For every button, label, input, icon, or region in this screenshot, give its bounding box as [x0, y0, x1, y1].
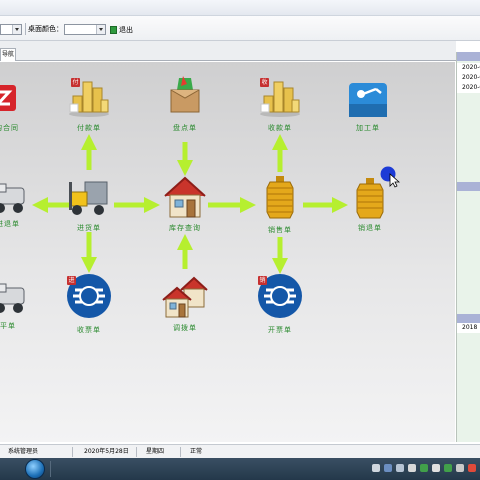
tray-icon[interactable] — [456, 464, 464, 472]
tray-icon[interactable] — [420, 464, 428, 472]
node-label: 进货单 — [77, 224, 101, 232]
tray-icon[interactable] — [444, 464, 452, 472]
node-label: 平单 — [0, 322, 16, 330]
node-inventory-check[interactable]: 盘点单 — [155, 74, 215, 132]
receive-invoice-badge: 进 — [67, 276, 76, 285]
node-receive-invoice[interactable]: 进 收票单 — [59, 272, 119, 334]
exit-button[interactable]: 退出 — [110, 24, 133, 35]
node-label: 销退单 — [358, 224, 382, 232]
taskbar-separator — [50, 461, 51, 477]
toolbar-separator — [25, 23, 26, 35]
tab-strip — [0, 41, 456, 61]
node-payment[interactable]: 付 付款单 — [59, 74, 119, 132]
node-sales[interactable]: 销售单 — [250, 174, 310, 234]
node-transfer[interactable]: 调拨单 — [155, 274, 215, 332]
forklift-icon — [0, 183, 25, 213]
issue-invoice-badge: 销 — [258, 276, 267, 285]
node-label: 收款单 — [268, 124, 292, 132]
status-separator — [180, 447, 181, 457]
toolbar: 桌面颜色： — [0, 16, 480, 41]
house-icon — [164, 176, 206, 218]
node-label: 销售单 — [268, 226, 292, 234]
status-bar: 系统管理员 2020年5月28日 星期四 正常 — [0, 444, 480, 458]
title-bar — [0, 0, 480, 16]
contract-icon — [0, 85, 16, 111]
tray-icon[interactable] — [384, 464, 392, 472]
date-row[interactable]: 2020-0 — [457, 83, 480, 93]
start-button[interactable] — [25, 459, 45, 479]
tab-navigation[interactable]: 导航 — [0, 48, 16, 61]
node-label: 开票单 — [268, 326, 292, 334]
date-row[interactable]: 2020-0 — [457, 73, 480, 83]
node-label: 进退单 — [0, 220, 20, 228]
right-panel-header — [457, 52, 480, 61]
chevron-down-icon — [96, 25, 105, 34]
node-contract[interactable]: 采购合同 — [0, 84, 33, 132]
tray-icon[interactable] — [468, 464, 476, 472]
status-separator — [136, 447, 137, 457]
node-purchase-return[interactable]: 进退单 — [0, 180, 38, 228]
tray-icon[interactable] — [372, 464, 380, 472]
status-user: 系统管理员 — [8, 448, 39, 455]
node-label: 盘点单 — [173, 124, 197, 132]
node-label: 库存查询 — [169, 224, 201, 232]
right-panel: 2020-0 2020-0 2020-0 2018 — [456, 52, 480, 442]
exit-icon — [110, 25, 117, 34]
box-check-icon — [170, 76, 200, 113]
node-label: 采购合同 — [0, 124, 19, 132]
node-settle[interactable]: 平单 — [0, 280, 38, 330]
date-row[interactable]: 2020-0 — [457, 63, 480, 73]
node-label: 收票单 — [77, 326, 101, 334]
forklift-icon — [0, 283, 25, 313]
navigation-canvas: 采购合同 付 付款单 盘点单 收 — [0, 62, 455, 442]
status-weekday: 星期四 — [146, 448, 165, 455]
mouse-cursor-icon — [380, 166, 400, 188]
status-state: 正常 — [190, 448, 203, 455]
node-stock-query[interactable]: 库存查询 — [155, 174, 215, 232]
tray-icon[interactable] — [408, 464, 416, 472]
right-panel-text: 2018 — [457, 323, 480, 333]
tray-icon[interactable] — [396, 464, 404, 472]
status-date: 2020年5月28日 — [84, 448, 129, 455]
status-separator — [72, 447, 73, 457]
node-processing[interactable]: 加工单 — [338, 82, 398, 132]
desktop-color-select[interactable] — [64, 24, 106, 35]
payment-badge: 付 — [71, 78, 80, 87]
node-issue-invoice[interactable]: 销 开票单 — [250, 272, 310, 334]
gold-spool-icon — [266, 176, 294, 219]
tray-icon[interactable] — [432, 464, 440, 472]
node-label: 付款单 — [77, 124, 101, 132]
right-panel-header — [457, 314, 480, 323]
node-label: 调拨单 — [173, 324, 197, 332]
houses-icon — [162, 276, 208, 318]
desktop-color-label: 桌面颜色： — [28, 25, 63, 33]
taskbar — [0, 458, 480, 480]
first-combo[interactable] — [0, 24, 22, 35]
node-purchase[interactable]: 进货单 — [59, 178, 119, 232]
node-receipt[interactable]: 收 收款单 — [250, 74, 310, 132]
receipt-badge: 收 — [260, 78, 269, 87]
chevron-down-icon — [12, 25, 21, 34]
right-panel-header — [457, 182, 480, 191]
forklift-truck-icon — [69, 181, 108, 215]
processing-icon — [349, 83, 387, 117]
exit-label: 退出 — [119, 25, 133, 34]
node-label: 加工单 — [356, 124, 380, 132]
